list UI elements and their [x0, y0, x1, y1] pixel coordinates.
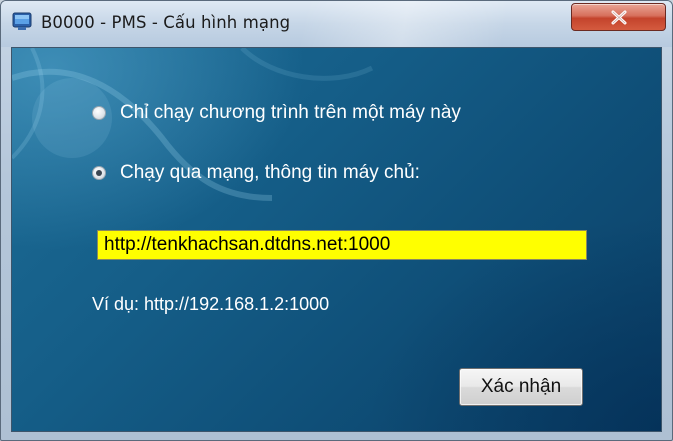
- option-local-only[interactable]: Chỉ chạy chương trình trên một máy này: [92, 100, 461, 126]
- radio-network[interactable]: [92, 166, 106, 180]
- dialog-window: B0000 - PMS - Cấu hình mạng Chỉ chạy chư…: [0, 0, 673, 441]
- server-url-input[interactable]: [97, 230, 587, 260]
- option-network-label: Chạy qua mạng, thông tin máy chủ:: [120, 162, 420, 183]
- app-monitor-icon: [12, 12, 32, 32]
- radio-local-only[interactable]: [92, 106, 106, 120]
- option-local-only-label: Chỉ chạy chương trình trên một máy này: [120, 102, 461, 123]
- option-network[interactable]: Chạy qua mạng, thông tin máy chủ:: [92, 160, 420, 186]
- dialog-content: Chỉ chạy chương trình trên một máy này C…: [11, 47, 662, 432]
- window-title: B0000 - PMS - Cấu hình mạng: [41, 13, 291, 32]
- close-icon: [611, 10, 627, 25]
- example-text: Ví dụ: http://192.168.1.2:1000: [92, 294, 330, 314]
- confirm-button[interactable]: Xác nhận: [459, 368, 583, 406]
- title-bar[interactable]: B0000 - PMS - Cấu hình mạng: [1, 1, 672, 47]
- close-button[interactable]: [571, 3, 666, 31]
